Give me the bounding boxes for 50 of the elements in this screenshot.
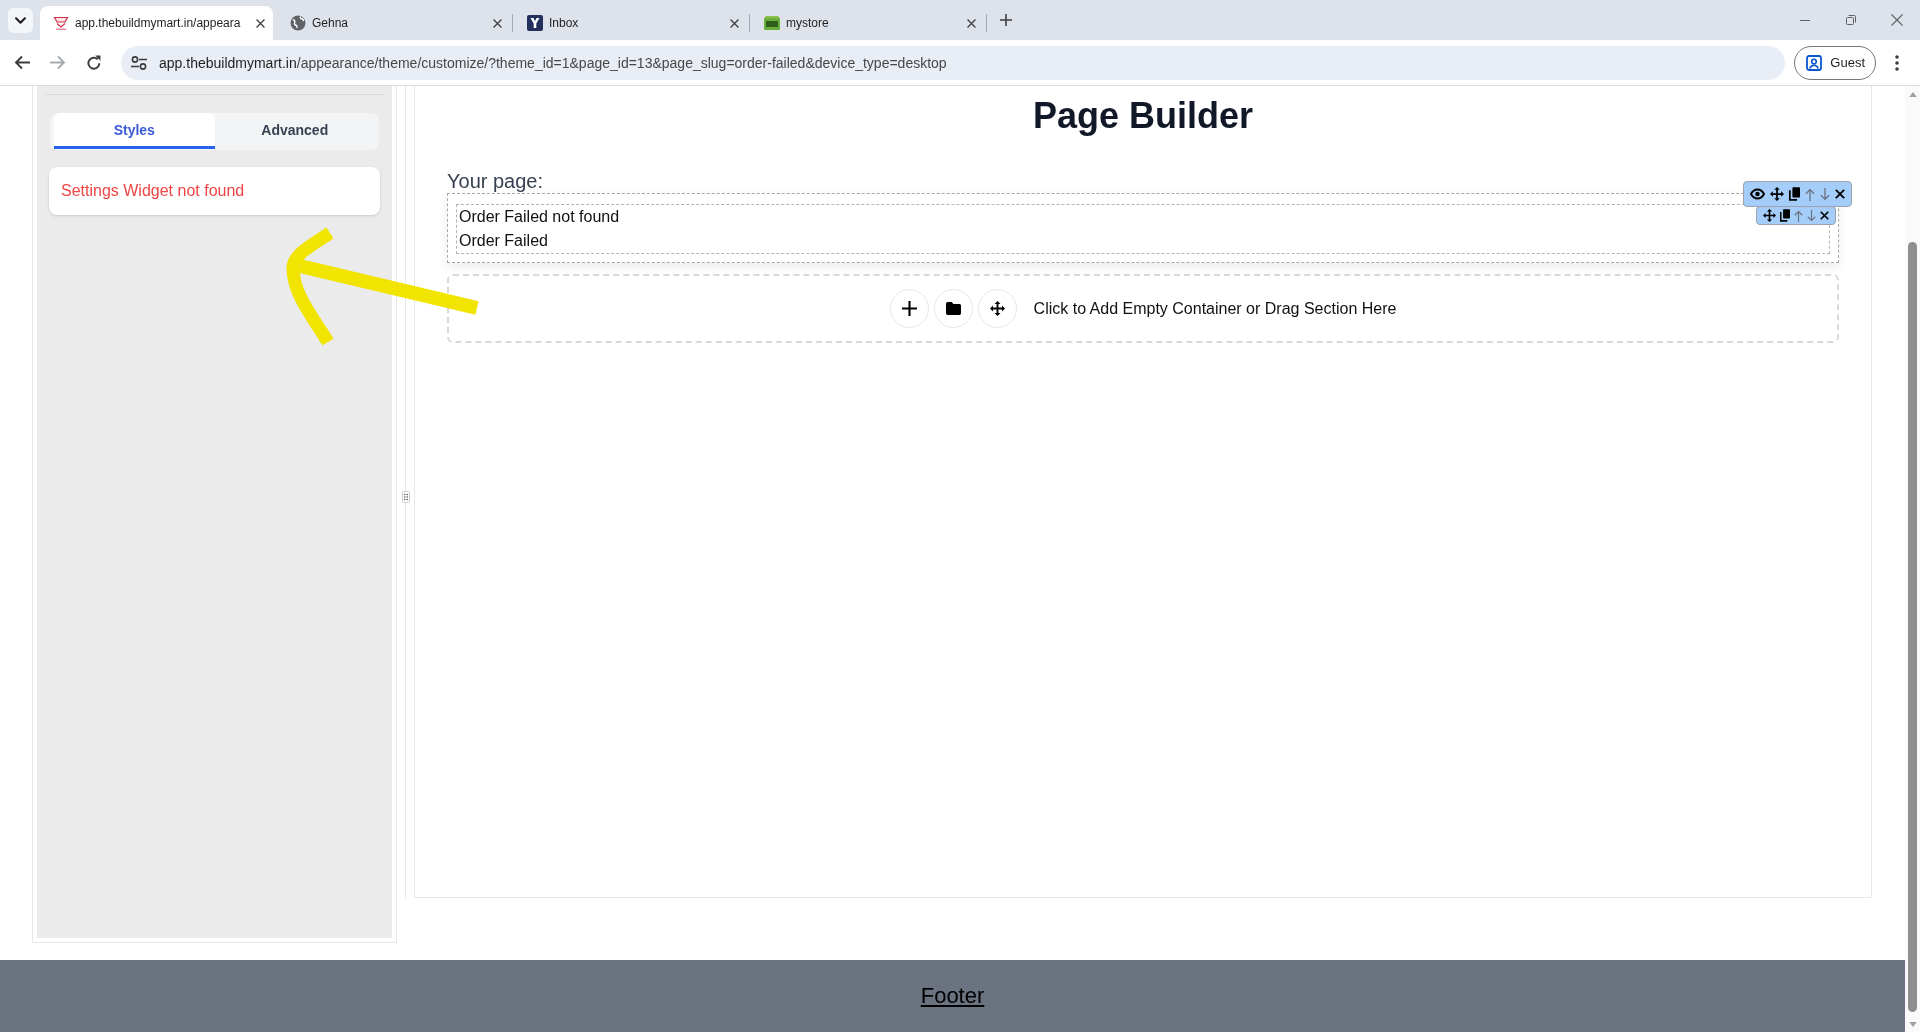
globe-icon [290,15,306,31]
folder-icon [945,301,961,316]
move-icon[interactable] [1763,209,1776,222]
close-icon[interactable] [1835,189,1845,199]
add-button[interactable] [889,289,929,328]
more-menu-icon[interactable] [1895,54,1899,71]
close-icon[interactable] [967,18,976,28]
copy-icon[interactable] [1789,187,1800,201]
settings-tab[interactable]: Advanced [214,113,375,149]
eye-icon[interactable] [1750,188,1765,200]
browser-tab[interactable]: mystore [751,6,984,40]
chevron-down-icon [15,17,26,24]
error-message: Settings Widget not found [61,182,245,200]
page-title: Page Builder [1031,96,1255,136]
copy-icon[interactable] [1780,209,1790,222]
move-icon [989,301,1005,316]
close-icon[interactable] [1820,211,1829,220]
widget-text: Order Failed not found [459,207,620,227]
profile-button[interactable]: Guest [1794,45,1876,80]
person-icon [1806,54,1823,71]
address-bar[interactable]: app.thebuildmymart.in/appearance/theme/customize/?theme_id=1&page_id=13&page_slug=order-failed&device_type=desktop [121,45,1786,80]
minimize-icon[interactable] [1800,19,1810,21]
folder-button[interactable] [933,289,973,328]
plus-icon [901,301,917,316]
move-icon[interactable] [1770,187,1784,201]
close-icon[interactable] [730,18,739,28]
page-label: Your page: [447,169,544,193]
fork-tile-icon [527,15,543,31]
plus-icon[interactable] [1000,14,1012,26]
dropzone[interactable]: Click to Add Empty Container or Drag Section Here [447,274,1839,343]
browser-tab[interactable]: Gehna [277,6,510,40]
widget-text: Order Failed [459,231,548,251]
tune-icon[interactable] [131,55,147,70]
url-text: app.thebuildmymart.in/appearance/theme/customize/?theme_id=1&page_id=13&page_slug=order-failed&device_type=desktop [159,54,947,71]
browser-tab[interactable]: app.thebuildmymart.in/appeara [40,6,273,40]
arrow-left-icon[interactable] [14,55,30,70]
dropzone-hint: Click to Add Empty Container or Drag Section Here [1033,299,1397,318]
logo-icon [53,15,69,31]
close-icon[interactable] [256,18,265,28]
settings-tab[interactable]: Styles [54,113,215,149]
restore-icon[interactable] [1846,15,1856,25]
tab-list-button[interactable] [8,8,33,33]
store-icon [764,15,780,31]
move-button[interactable] [977,289,1017,328]
scrollbar-thumb[interactable] [1908,242,1917,1012]
close-icon[interactable] [493,18,502,28]
footer-link[interactable]: Footer [920,983,985,1009]
grip-icon[interactable] [401,491,410,503]
browser-tab[interactable]: Inbox [514,6,747,40]
reload-icon[interactable] [86,55,102,70]
